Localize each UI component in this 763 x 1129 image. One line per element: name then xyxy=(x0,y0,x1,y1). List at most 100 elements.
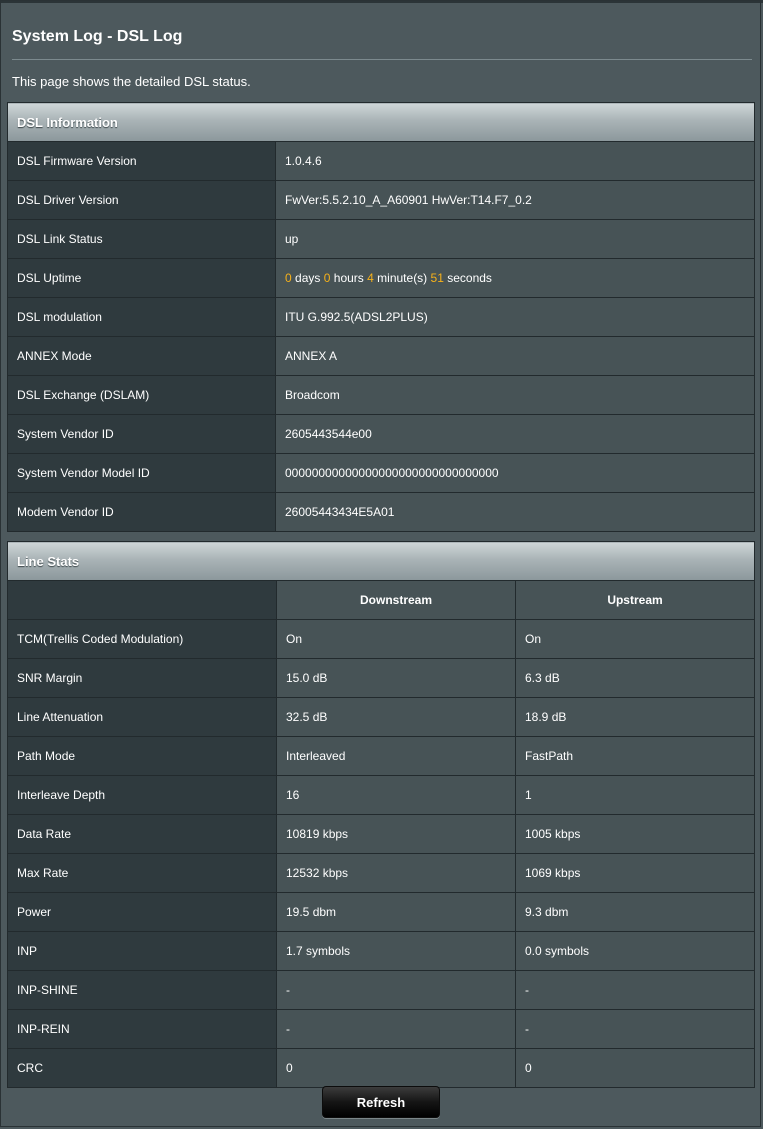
column-header-downstream: Downstream xyxy=(276,580,516,620)
snr-margin-label: SNR Margin xyxy=(7,658,277,698)
system-vendor-id-value: 2605443544e00 xyxy=(275,414,755,454)
line-attenuation-upstream: 18.9 dB xyxy=(515,697,755,737)
crc-upstream: 0 xyxy=(515,1048,755,1088)
table-row: DSL modulation ITU G.992.5(ADSL2PLUS) xyxy=(7,297,755,337)
column-header-row: Downstream Upstream xyxy=(7,580,755,620)
data-rate-downstream: 10819 kbps xyxy=(276,814,516,854)
uptime-days-unit: days xyxy=(295,271,321,285)
inp-upstream: 0.0 symbols xyxy=(515,931,755,971)
inp-downstream: 1.7 symbols xyxy=(276,931,516,971)
page-description: This page shows the detailed DSL status. xyxy=(12,74,251,89)
driver-version-label: DSL Driver Version xyxy=(7,180,276,220)
power-label: Power xyxy=(7,892,277,932)
path-mode-label: Path Mode xyxy=(7,736,277,776)
tcm-downstream: On xyxy=(276,619,516,659)
table-row: DSL Firmware Version 1.0.4.6 xyxy=(7,141,755,181)
inp-shine-upstream: - xyxy=(515,970,755,1010)
firmware-version-value: 1.0.4.6 xyxy=(275,141,755,181)
max-rate-upstream: 1069 kbps xyxy=(515,853,755,893)
modulation-value: ITU G.992.5(ADSL2PLUS) xyxy=(275,297,755,337)
line-stats-header-row: Line Stats xyxy=(7,541,755,581)
table-row: Power 19.5 dbm 9.3 dbm xyxy=(7,892,755,932)
inp-shine-downstream: - xyxy=(276,970,516,1010)
table-row: INP-REIN - - xyxy=(7,1009,755,1049)
driver-version-value: FwVer:5.5.2.10_A_A60901 HwVer:T14.F7_0.2 xyxy=(275,180,755,220)
line-stats-header: Line Stats xyxy=(7,541,755,581)
crc-label: CRC xyxy=(7,1048,277,1088)
line-attenuation-downstream: 32.5 dB xyxy=(276,697,516,737)
table-row: INP-SHINE - - xyxy=(7,970,755,1010)
dsl-information-table: DSL Information DSL Firmware Version 1.0… xyxy=(7,102,755,532)
page-title: System Log - DSL Log xyxy=(12,28,183,45)
system-vendor-id-label: System Vendor ID xyxy=(7,414,276,454)
max-rate-downstream: 12532 kbps xyxy=(276,853,516,893)
data-rate-label: Data Rate xyxy=(7,814,277,854)
data-rate-upstream: 1005 kbps xyxy=(515,814,755,854)
table-row: CRC 0 0 xyxy=(7,1048,755,1088)
dslam-value: Broadcom xyxy=(275,375,755,415)
dsl-information-header-row: DSL Information xyxy=(7,102,755,142)
modem-vendor-id-label: Modem Vendor ID xyxy=(7,492,276,532)
uptime-seconds: 51 xyxy=(430,271,444,285)
table-row: Path Mode Interleaved FastPath xyxy=(7,736,755,776)
system-vendor-model-id-label: System Vendor Model ID xyxy=(7,453,276,493)
link-status-value: up xyxy=(275,219,755,259)
uptime-hours-unit: hours xyxy=(333,271,364,285)
inp-rein-upstream: - xyxy=(515,1009,755,1049)
firmware-version-label: DSL Firmware Version xyxy=(7,141,276,181)
uptime-label: DSL Uptime xyxy=(7,258,276,298)
table-row: Max Rate 12532 kbps 1069 kbps xyxy=(7,853,755,893)
inp-rein-label: INP-REIN xyxy=(7,1009,277,1049)
table-row: Data Rate 10819 kbps 1005 kbps xyxy=(7,814,755,854)
table-row: DSL Uptime 0 days 0 hours 4 minute(s) 51… xyxy=(7,258,755,298)
table-row: Interleave Depth 16 1 xyxy=(7,775,755,815)
table-row: TCM(Trellis Coded Modulation) On On xyxy=(7,619,755,659)
interleave-depth-downstream: 16 xyxy=(276,775,516,815)
modem-vendor-id-value: 26005443434E5A01 xyxy=(275,492,755,532)
table-row: DSL Driver Version FwVer:5.5.2.10_A_A609… xyxy=(7,180,755,220)
tcm-label: TCM(Trellis Coded Modulation) xyxy=(7,619,277,659)
system-vendor-model-id-value: 00000000000000000000000000000000 xyxy=(275,453,755,493)
modulation-label: DSL modulation xyxy=(7,297,276,337)
tcm-upstream: On xyxy=(515,619,755,659)
table-row: Modem Vendor ID 26005443434E5A01 xyxy=(7,492,755,532)
dsl-information-header: DSL Information xyxy=(7,102,755,142)
uptime-days: 0 xyxy=(285,271,292,285)
power-upstream: 9.3 dbm xyxy=(515,892,755,932)
uptime-hours: 0 xyxy=(323,271,331,285)
uptime-seconds-unit: seconds xyxy=(447,271,492,285)
annex-mode-value: ANNEX A xyxy=(275,336,755,376)
path-mode-downstream: Interleaved xyxy=(276,736,516,776)
table-row: DSL Link Status up xyxy=(7,219,755,259)
uptime-value: 0 days 0 hours 4 minute(s) 51 seconds xyxy=(275,258,755,298)
table-row: INP 1.7 symbols 0.0 symbols xyxy=(7,931,755,971)
snr-margin-upstream: 6.3 dB xyxy=(515,658,755,698)
inp-label: INP xyxy=(7,931,277,971)
interleave-depth-upstream: 1 xyxy=(515,775,755,815)
annex-mode-label: ANNEX Mode xyxy=(7,336,276,376)
table-row: System Vendor ID 2605443544e00 xyxy=(7,414,755,454)
uptime-minutes: 4 xyxy=(367,271,374,285)
max-rate-label: Max Rate xyxy=(7,853,277,893)
table-row: ANNEX Mode ANNEX A xyxy=(7,336,755,376)
table-row: System Vendor Model ID 00000000000000000… xyxy=(7,453,755,493)
table-row: SNR Margin 15.0 dB 6.3 dB xyxy=(7,658,755,698)
uptime-minutes-unit: minute(s) xyxy=(377,271,428,285)
column-header-upstream: Upstream xyxy=(515,580,755,620)
line-stats-table: Line Stats Downstream Upstream TCM(Trell… xyxy=(7,541,755,1088)
power-downstream: 19.5 dbm xyxy=(276,892,516,932)
dslam-label: DSL Exchange (DSLAM) xyxy=(7,375,276,415)
table-row: Line Attenuation 32.5 dB 18.9 dB xyxy=(7,697,755,737)
table-row: DSL Exchange (DSLAM) Broadcom xyxy=(7,375,755,415)
line-attenuation-label: Line Attenuation xyxy=(7,697,277,737)
link-status-label: DSL Link Status xyxy=(7,219,276,259)
inp-rein-downstream: - xyxy=(276,1009,516,1049)
title-divider xyxy=(12,59,752,60)
interleave-depth-label: Interleave Depth xyxy=(7,775,277,815)
refresh-button[interactable]: Refresh xyxy=(322,1086,440,1118)
inp-shine-label: INP-SHINE xyxy=(7,970,277,1010)
crc-downstream: 0 xyxy=(276,1048,516,1088)
path-mode-upstream: FastPath xyxy=(515,736,755,776)
column-header-blank xyxy=(7,580,277,620)
snr-margin-downstream: 15.0 dB xyxy=(276,658,516,698)
